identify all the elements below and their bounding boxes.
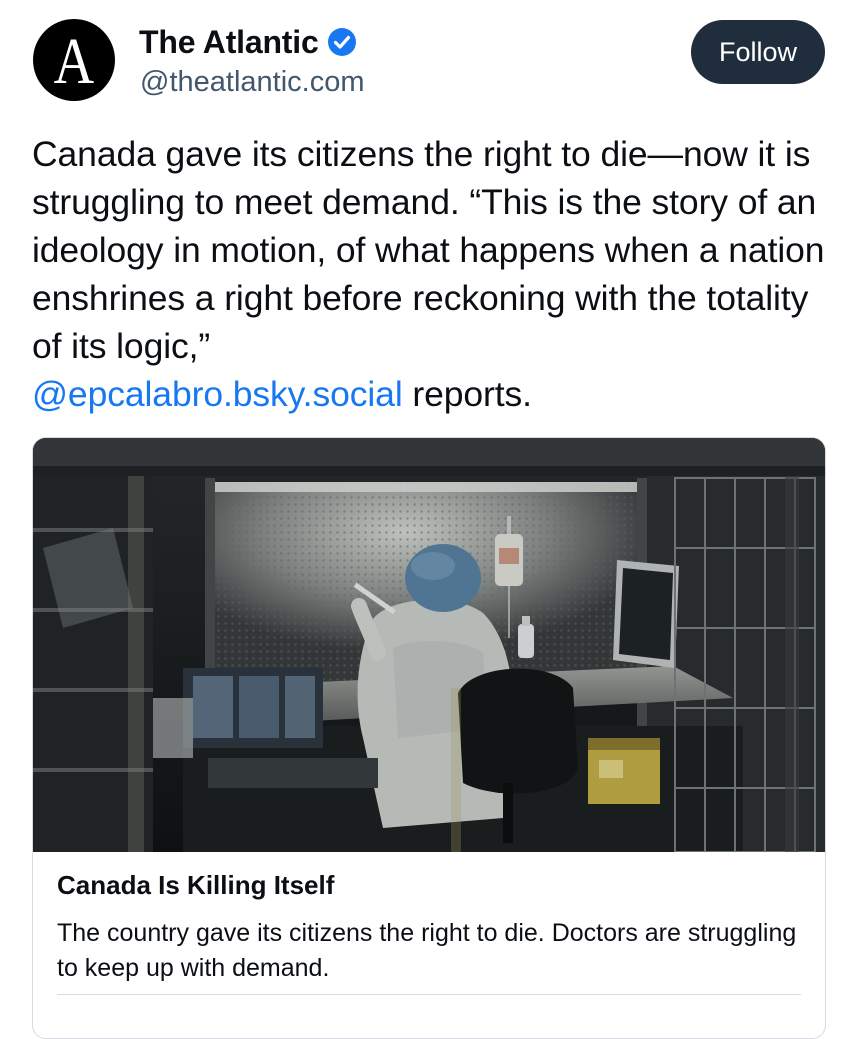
avatar[interactable]: A [33,19,115,101]
post-header: A The Atlantic @theatlantic.com Follow [0,0,857,110]
mention-link[interactable]: @epcalabro.bsky.social [32,374,403,414]
author-handle[interactable]: @theatlantic.com [140,66,364,99]
author-name-row: The Atlantic [139,22,357,62]
avatar-letter: A [53,25,95,98]
display-name[interactable]: The Atlantic [139,24,319,61]
post-body: Canada gave its citizens the right to di… [32,134,825,366]
link-card-image [33,438,825,852]
post-text: Canada gave its citizens the right to di… [32,130,832,418]
verified-badge-icon [327,28,356,56]
post-body-end: reports. [412,374,532,414]
link-card-description: The country gave its citizens the right … [57,919,797,982]
link-card[interactable]: Canada Is Killing Itself The country gav… [32,437,826,1039]
link-card-divider [57,994,801,995]
link-card-title: Canada Is Killing Itself [57,870,335,900]
lab-scene-illustration [33,438,825,852]
follow-button[interactable]: Follow [691,20,825,84]
